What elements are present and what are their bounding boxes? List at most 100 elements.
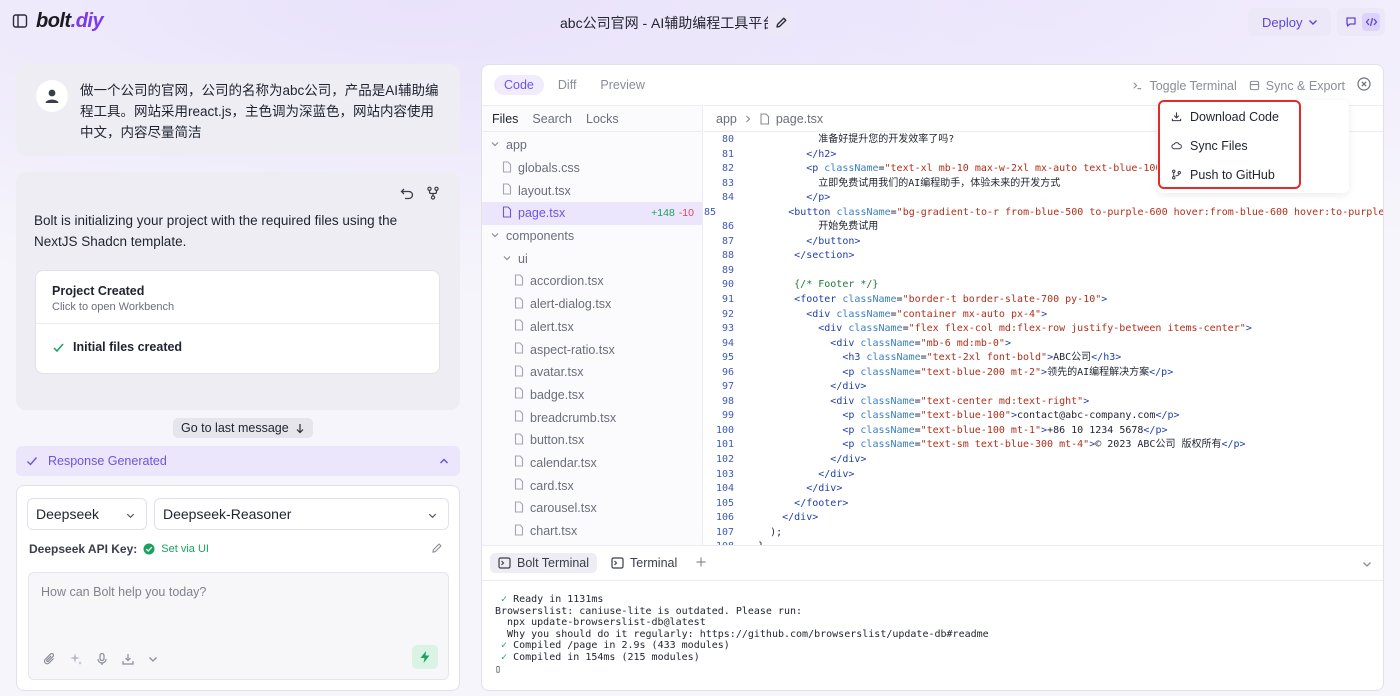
code-line[interactable]: 102 </div> bbox=[704, 453, 1383, 468]
file-icon bbox=[514, 274, 524, 289]
line-number: 86 bbox=[721, 221, 734, 233]
provider-select[interactable]: Deepseek bbox=[27, 498, 147, 530]
artifact-header[interactable]: Project Created Click to open Workbench bbox=[36, 271, 439, 324]
code-line[interactable]: 101 <p className="text-sm text-blue-300 … bbox=[704, 438, 1383, 453]
tab-files[interactable]: Files bbox=[492, 112, 518, 126]
line-number: 101 bbox=[715, 439, 734, 451]
view-toggle[interactable] bbox=[1337, 8, 1385, 36]
sparkles-icon[interactable] bbox=[69, 652, 83, 669]
revert-icon[interactable] bbox=[400, 186, 414, 203]
tab-preview[interactable]: Preview bbox=[590, 75, 654, 95]
line-number: 92 bbox=[721, 308, 734, 320]
edit-api-key-icon[interactable] bbox=[431, 542, 443, 557]
code-line[interactable]: 107 ); bbox=[704, 526, 1383, 541]
code-line[interactable]: 86 开始免费试用 bbox=[704, 220, 1383, 235]
file-icon bbox=[502, 206, 512, 221]
folder-item[interactable]: app bbox=[482, 134, 702, 157]
tab-diff[interactable]: Diff bbox=[548, 75, 587, 95]
import-icon[interactable] bbox=[121, 652, 135, 669]
line-number: 104 bbox=[715, 483, 734, 495]
code-line[interactable]: 96 <p className="text-blue-200 mt-2">领先的… bbox=[704, 366, 1383, 381]
file-item[interactable]: page.tsx +148 -10 bbox=[482, 202, 702, 225]
edit-title-button[interactable] bbox=[768, 9, 794, 35]
code-line[interactable]: 93 <div className="flex flex-col md:flex… bbox=[704, 322, 1383, 337]
code-line[interactable]: 97 </div> bbox=[704, 380, 1383, 395]
folder-item[interactable]: components bbox=[482, 225, 702, 248]
code-line[interactable]: 106 </div> bbox=[704, 511, 1383, 526]
code-line[interactable]: 90 {/* Footer */} bbox=[704, 278, 1383, 293]
user-avatar bbox=[36, 80, 68, 112]
code-line[interactable]: 84 </p> bbox=[704, 191, 1383, 206]
file-panel-tabs: Files Search Locks bbox=[482, 106, 702, 132]
tab-code[interactable]: Code bbox=[494, 75, 544, 95]
code-line[interactable]: 88 </section> bbox=[704, 249, 1383, 264]
file-item[interactable]: button.tsx bbox=[482, 429, 702, 452]
breadcrumb-folder[interactable]: app bbox=[716, 112, 737, 126]
response-status-bar[interactable]: Response Generated bbox=[16, 446, 460, 476]
code-line[interactable]: 89 bbox=[704, 264, 1383, 279]
menu-item-push-to-github[interactable]: Push to GitHub bbox=[1157, 160, 1349, 189]
arrow-down-icon bbox=[296, 423, 304, 433]
file-item[interactable]: avatar.tsx bbox=[482, 361, 702, 384]
tab-locks[interactable]: Locks bbox=[586, 112, 619, 126]
prompt-input[interactable]: How can Bolt help you today? bbox=[28, 572, 449, 680]
line-number: 95 bbox=[721, 352, 734, 364]
file-icon bbox=[514, 455, 524, 470]
menu-item-label: Push to GitHub bbox=[1190, 167, 1275, 182]
file-item[interactable]: accordion.tsx bbox=[482, 270, 702, 293]
model-select[interactable]: Deepseek-Reasoner bbox=[154, 498, 449, 530]
code-text: </div> bbox=[818, 468, 855, 480]
tab-bolt-terminal[interactable]: Bolt Terminal bbox=[490, 553, 598, 573]
file-item[interactable]: alert.tsx bbox=[482, 316, 702, 339]
project-artifact-card[interactable]: Project Created Click to open Workbench … bbox=[35, 270, 440, 374]
code-view-icon[interactable] bbox=[1362, 13, 1380, 31]
tab-terminal[interactable]: Terminal bbox=[603, 553, 685, 573]
deploy-button[interactable]: Deploy bbox=[1248, 8, 1331, 36]
send-button[interactable] bbox=[412, 645, 438, 669]
file-item[interactable]: breadcrumb.tsx bbox=[482, 406, 702, 429]
breadcrumb-file[interactable]: page.tsx bbox=[776, 112, 823, 126]
chevron-down-icon[interactable] bbox=[147, 653, 159, 668]
code-line[interactable]: 91 <footer className="border-t border-sl… bbox=[704, 293, 1383, 308]
code-line[interactable]: 105 </footer> bbox=[704, 497, 1383, 512]
tab-search[interactable]: Search bbox=[532, 112, 572, 126]
toggle-terminal-button[interactable]: Toggle Terminal bbox=[1132, 79, 1237, 93]
code-line[interactable]: 95 <h3 className="text-2xl font-bold">AB… bbox=[704, 351, 1383, 366]
fork-icon[interactable] bbox=[426, 186, 440, 203]
code-line[interactable]: 103 </div> bbox=[704, 468, 1383, 483]
code-line[interactable]: 85 <button className="bg-gradient-to-r f… bbox=[704, 206, 1383, 221]
code-line[interactable]: 98 <div className="text-center md:text-r… bbox=[704, 395, 1383, 410]
close-workbench-icon[interactable] bbox=[1357, 77, 1371, 94]
microphone-icon[interactable] bbox=[95, 652, 109, 669]
sync-export-button[interactable]: Sync & Export bbox=[1249, 79, 1345, 93]
file-item[interactable]: card.tsx bbox=[482, 474, 702, 497]
add-terminal-icon[interactable] bbox=[695, 556, 707, 571]
file-item[interactable]: carousel.tsx bbox=[482, 497, 702, 520]
file-icon bbox=[514, 297, 524, 312]
file-item[interactable]: badge.tsx bbox=[482, 384, 702, 407]
code-line[interactable]: 99 <p className="text-blue-100">contact@… bbox=[704, 409, 1383, 424]
code-line[interactable]: 100 <p className="text-blue-100 mt-1">+8… bbox=[704, 424, 1383, 439]
paperclip-icon[interactable] bbox=[43, 652, 57, 669]
code-line[interactable]: 92 <div className="container mx-auto px-… bbox=[704, 308, 1383, 323]
file-item[interactable]: chart.tsx bbox=[482, 520, 702, 543]
terminal-output[interactable]: ✓ Ready in 1131ms Browserslist: caniuse-l… bbox=[495, 594, 989, 675]
code-line[interactable]: 87 </button> bbox=[704, 235, 1383, 250]
file-item[interactable]: calendar.tsx bbox=[482, 452, 702, 475]
file-item[interactable]: globals.css bbox=[482, 157, 702, 180]
code-line[interactable]: 104 </div> bbox=[704, 482, 1383, 497]
folder-item[interactable]: ui bbox=[482, 247, 702, 270]
chat-view-icon[interactable] bbox=[1342, 13, 1360, 31]
file-item[interactable]: aspect-ratio.tsx bbox=[482, 338, 702, 361]
chevron-down-icon[interactable] bbox=[1361, 558, 1373, 573]
go-to-last-message-button[interactable]: Go to last message bbox=[173, 418, 313, 438]
sidebar-toggle-icon[interactable] bbox=[12, 13, 28, 29]
file-item[interactable]: layout.tsx bbox=[482, 179, 702, 202]
code-line[interactable]: 94 <div className="mb-6 md:mb-0"> bbox=[704, 337, 1383, 352]
prompt-placeholder: How can Bolt help you today? bbox=[41, 585, 207, 599]
menu-item-label: Sync Files bbox=[1190, 138, 1248, 153]
menu-item-sync-files[interactable]: Sync Files bbox=[1157, 131, 1349, 160]
app-logo[interactable]: bolt.diy bbox=[36, 10, 104, 33]
file-item[interactable]: alert-dialog.tsx bbox=[482, 293, 702, 316]
menu-item-download-code[interactable]: Download Code bbox=[1157, 102, 1349, 131]
